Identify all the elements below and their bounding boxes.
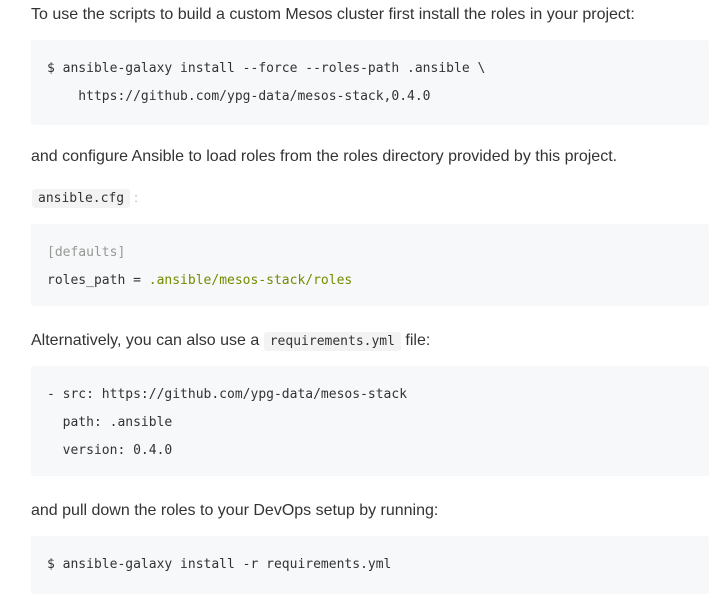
pull-down-paragraph: and pull down the roles to your DevOps s…	[31, 502, 439, 519]
alternative-text-before: Alternatively, you can also use a	[31, 332, 260, 349]
requirements-version-line: version: 0.4.0	[47, 443, 173, 458]
requirements-filename-code: requirements.yml	[263, 332, 401, 351]
pull-command-block: $ ansible-galaxy install -r requirements…	[31, 536, 709, 594]
readme-content: To use the scripts to build a custom Mes…	[0, 0, 709, 598]
install-command-block: $ ansible-galaxy install --force --roles…	[31, 40, 709, 125]
cfg-roles-path-value: .ansible/mesos-stack/roles	[148, 273, 353, 288]
ansible-cfg-block: [defaults] roles_path = .ansible/mesos-s…	[31, 224, 709, 306]
install-command-line-2: https://github.com/ypg-data/mesos-stack,…	[47, 89, 431, 104]
cfg-roles-path-key: roles_path =	[47, 273, 149, 288]
alternative-paragraph: Alternatively, you can also use a requir…	[31, 331, 430, 352]
requirements-yml-block: - src: https://github.com/ypg-data/mesos…	[31, 366, 709, 476]
alternative-text-after: file:	[405, 332, 431, 349]
cfg-roles-path-line: roles_path = .ansible/mesos-stack/roles	[47, 273, 352, 289]
requirements-path-line: path: .ansible	[47, 415, 173, 430]
intro-paragraph: To use the scripts to build a custom Mes…	[31, 6, 635, 23]
cfg-section-header: [defaults]	[47, 245, 126, 260]
configure-paragraph: and configure Ansible to load roles from…	[31, 148, 618, 165]
cfg-filename-code: ansible.cfg	[32, 189, 131, 208]
cfg-file-label: ansible.cfg :	[32, 188, 138, 209]
pull-command-line: $ ansible-galaxy install -r requirements…	[47, 557, 392, 572]
cfg-label-colon: :	[134, 190, 138, 205]
requirements-src-line: - src: https://github.com/ypg-data/mesos…	[47, 387, 408, 402]
install-command-line-1: $ ansible-galaxy install --force --roles…	[47, 61, 486, 76]
